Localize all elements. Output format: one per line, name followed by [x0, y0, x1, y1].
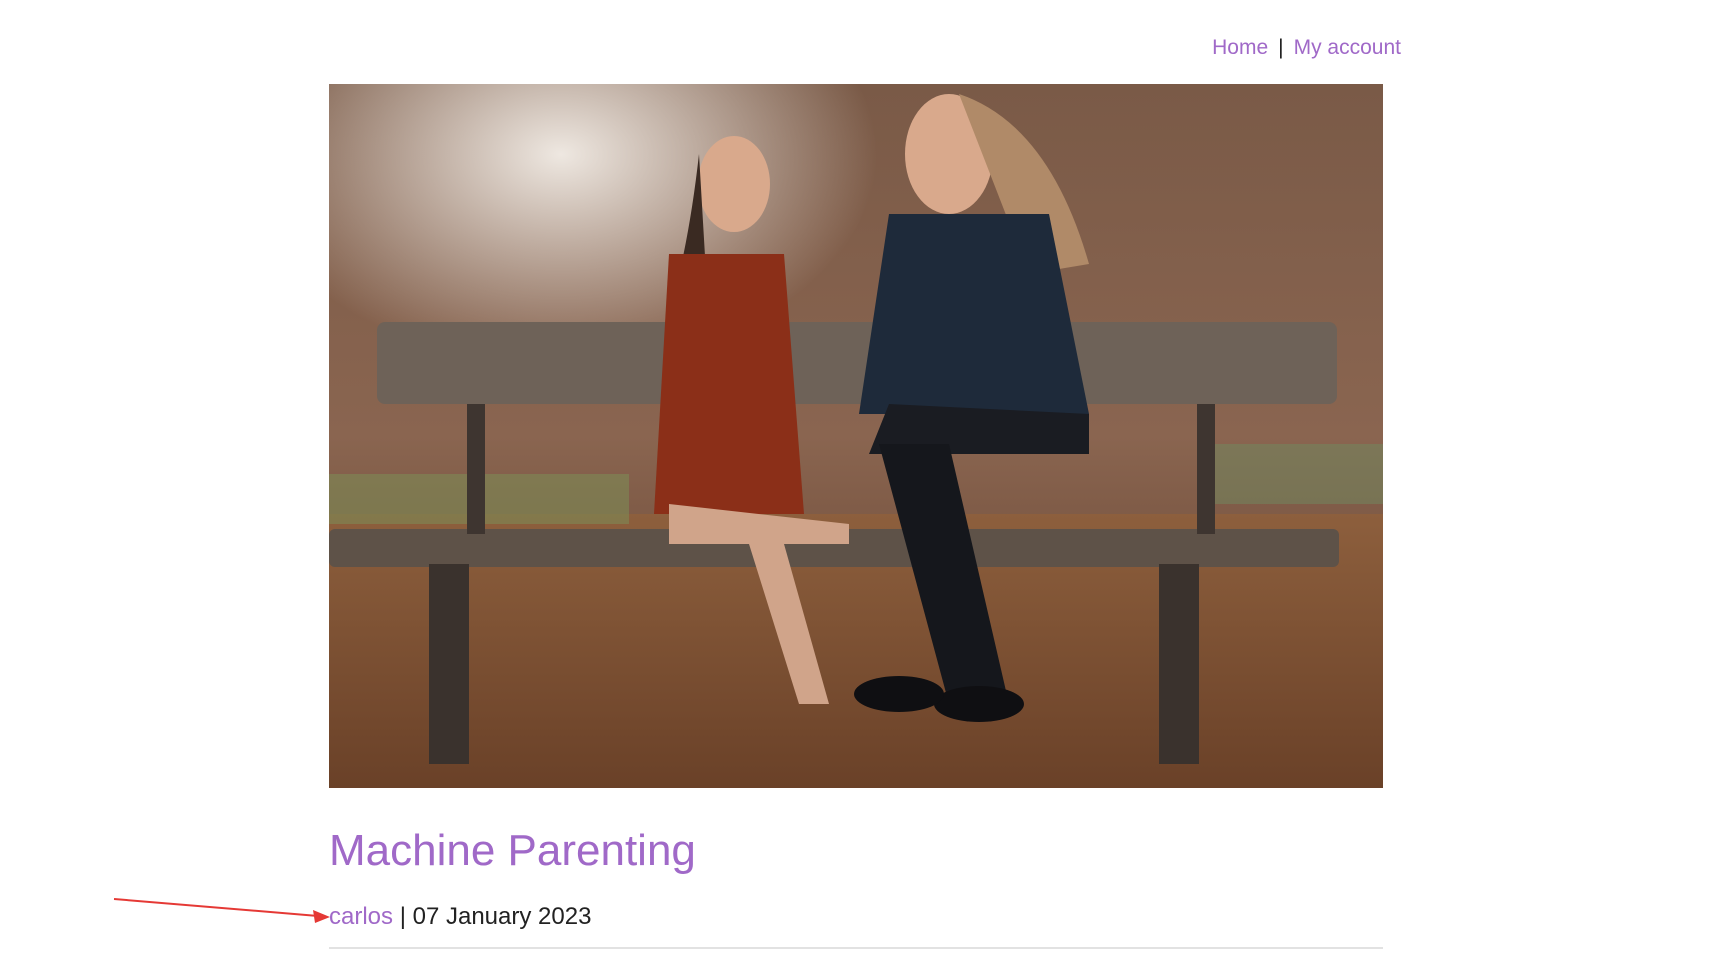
meta-divider: [329, 947, 1383, 949]
top-nav: Home | My account: [1212, 36, 1401, 60]
post-date: 07 January 2023: [412, 903, 592, 930]
post-meta: carlos | 07 January 2023: [329, 903, 591, 931]
nav-home-link[interactable]: Home: [1212, 36, 1268, 59]
nav-separator: |: [1278, 36, 1284, 59]
meta-separator: |: [393, 903, 413, 930]
page: Home | My account Machine Parenting carl…: [0, 0, 1731, 978]
post-hero-image: [329, 84, 1383, 788]
nav-my-account-link[interactable]: My account: [1294, 36, 1401, 59]
park-bench-photo: [329, 84, 1383, 788]
post-author-link[interactable]: carlos: [329, 903, 393, 930]
post-title: Machine Parenting: [329, 826, 696, 875]
